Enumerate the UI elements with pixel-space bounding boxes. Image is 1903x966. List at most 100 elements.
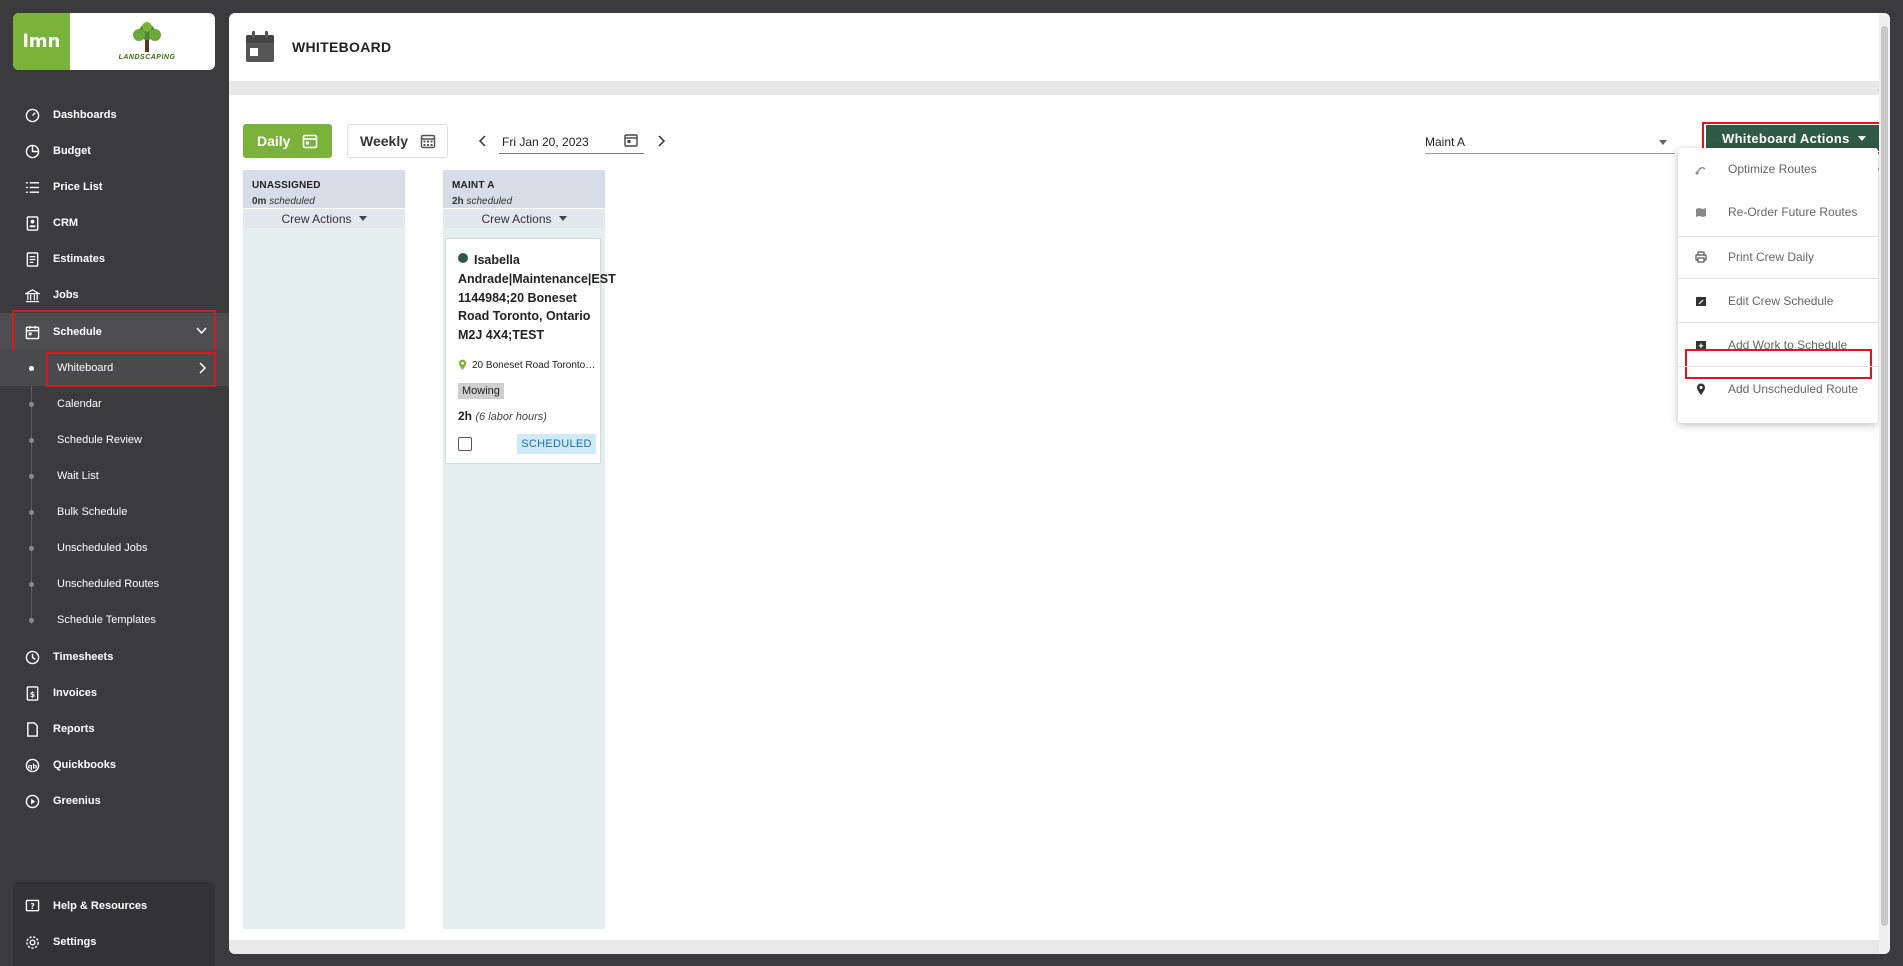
sidebar-subitem-calendar[interactable]: Calendar bbox=[0, 386, 229, 422]
dashboard-gauge-icon bbox=[24, 107, 40, 123]
scrollbar-thumb[interactable] bbox=[1881, 26, 1888, 926]
daily-view-button[interactable]: Daily bbox=[243, 124, 332, 158]
sidebar-item-greenius[interactable]: Greenius bbox=[0, 783, 229, 819]
menu-item-add-unscheduled-route[interactable]: Add Unscheduled Route bbox=[1678, 370, 1878, 408]
prev-date-button[interactable] bbox=[473, 132, 491, 150]
caret-down-icon bbox=[558, 216, 567, 221]
play-circle-icon bbox=[24, 793, 40, 809]
sidebar-item-label: Help & Resources bbox=[53, 900, 148, 912]
chevron-right-icon bbox=[658, 135, 666, 147]
page-header: WHITEBOARD bbox=[229, 13, 1890, 81]
main-panel: WHITEBOARD Daily Weekly Fri Jan 20, 2023… bbox=[229, 13, 1890, 954]
lmn-logo-text: lmn bbox=[22, 31, 61, 52]
scheduled-time-label: scheduled bbox=[466, 196, 513, 207]
date-field[interactable]: Fri Jan 20, 2023 bbox=[499, 130, 644, 154]
weekly-label: Weekly bbox=[360, 133, 408, 149]
crew-select[interactable]: Maint A bbox=[1425, 130, 1675, 154]
crew-name: MAINT A bbox=[452, 180, 495, 191]
subitem-label: Schedule Templates bbox=[57, 614, 156, 626]
chevron-right-icon bbox=[199, 362, 207, 374]
sidebar-item-label: Price List bbox=[53, 181, 103, 193]
job-hours: 2h (6 labor hours) bbox=[458, 409, 547, 423]
menu-separator bbox=[1678, 278, 1878, 279]
scheduled-time: 0m scheduled bbox=[252, 196, 315, 207]
company-logo-text: LANDSCAPING bbox=[118, 53, 176, 61]
sidebar-item-crm[interactable]: CRM bbox=[0, 205, 229, 241]
crew-actions-button[interactable]: Crew Actions bbox=[443, 208, 605, 228]
sidebar-item-quickbooks[interactable]: qb Quickbooks bbox=[0, 747, 229, 783]
company-logo: LANDSCAPING bbox=[90, 19, 204, 63]
calendar-picker-icon[interactable] bbox=[624, 133, 638, 147]
sidebar-item-label: Budget bbox=[53, 145, 91, 157]
service-tag: Mowing bbox=[458, 383, 504, 399]
menu-item-edit-crew-schedule[interactable]: Edit Crew Schedule bbox=[1678, 282, 1878, 320]
sidebar-subitem-wait-list[interactable]: Wait List bbox=[0, 458, 229, 494]
quickbooks-icon: qb bbox=[24, 757, 40, 773]
sidebar-item-jobs[interactable]: Jobs bbox=[0, 277, 229, 313]
report-icon bbox=[24, 721, 40, 737]
location-pin-icon bbox=[458, 359, 467, 370]
next-date-button[interactable] bbox=[653, 132, 671, 150]
sidebar-subitem-bulk-schedule[interactable]: Bulk Schedule bbox=[0, 494, 229, 530]
sidebar-item-invoices[interactable]: $ Invoices bbox=[0, 675, 229, 711]
job-address[interactable]: 20 Boneset Road Toronto, ... bbox=[458, 359, 598, 371]
whiteboard-actions-label: Whiteboard Actions bbox=[1722, 130, 1850, 146]
logo-box: lmn LANDSCAPING bbox=[13, 13, 215, 70]
scheduled-time-value: 2h bbox=[452, 196, 464, 207]
sidebar-item-price-list[interactable]: Price List bbox=[0, 169, 229, 205]
chevron-left-icon bbox=[478, 135, 486, 147]
printer-icon bbox=[1694, 250, 1708, 264]
sidebar-subitem-schedule-review[interactable]: Schedule Review bbox=[0, 422, 229, 458]
svg-text:qb: qb bbox=[27, 762, 37, 770]
header-divider bbox=[229, 81, 1890, 95]
subitem-label: Unscheduled Jobs bbox=[57, 542, 148, 554]
sidebar-item-label: Schedule bbox=[53, 326, 102, 338]
crew-column-header: MAINT A 2h scheduled Crew Actions bbox=[443, 170, 605, 228]
sidebar-subitem-whiteboard[interactable]: Whiteboard bbox=[0, 350, 229, 386]
menu-item-print-crew-daily[interactable]: Print Crew Daily bbox=[1678, 238, 1878, 276]
svg-text:$: $ bbox=[29, 689, 34, 698]
menu-item-label: Optimize Routes bbox=[1728, 162, 1817, 176]
menu-separator bbox=[1678, 322, 1878, 323]
sidebar-item-help[interactable]: ? Help & Resources bbox=[0, 888, 229, 924]
subitem-label: Schedule Review bbox=[57, 434, 142, 446]
sidebar-item-estimates[interactable]: Estimates bbox=[0, 241, 229, 277]
sidebar-item-schedule[interactable]: Schedule bbox=[0, 313, 229, 351]
sidebar-item-label: Dashboards bbox=[53, 109, 117, 121]
caret-down-icon bbox=[358, 216, 367, 221]
svg-text:?: ? bbox=[30, 901, 34, 910]
gear-icon bbox=[24, 934, 40, 950]
weekly-view-button[interactable]: Weekly bbox=[347, 124, 448, 158]
tree-logo-icon bbox=[133, 21, 161, 52]
lmn-logo[interactable]: lmn bbox=[13, 13, 70, 70]
menu-separator bbox=[1678, 366, 1878, 367]
job-address-text: 20 Boneset Road Toronto, ... bbox=[472, 359, 598, 371]
menu-item-add-work-to-schedule[interactable]: Add Work to Schedule bbox=[1678, 326, 1878, 364]
budget-pie-icon bbox=[24, 143, 40, 159]
menu-item-optimize-routes[interactable]: Optimize Routes bbox=[1678, 150, 1878, 188]
scheduled-time-value: 0m bbox=[252, 196, 267, 207]
sidebar-item-label: Timesheets bbox=[53, 651, 114, 663]
menu-item-reorder-future-routes[interactable]: Re-Order Future Routes bbox=[1678, 193, 1878, 231]
estimate-document-icon bbox=[24, 251, 40, 267]
sidebar-item-label: Reports bbox=[53, 723, 95, 735]
crew-actions-button[interactable]: Crew Actions bbox=[243, 208, 405, 228]
sidebar-item-reports[interactable]: Reports bbox=[0, 711, 229, 747]
subnav-dot bbox=[29, 509, 34, 515]
sidebar-subitem-unscheduled-jobs[interactable]: Unscheduled Jobs bbox=[0, 530, 229, 566]
subnav-dot bbox=[29, 365, 34, 371]
sidebar-subitem-unscheduled-routes[interactable]: Unscheduled Routes bbox=[0, 566, 229, 602]
subitem-label: Unscheduled Routes bbox=[57, 578, 160, 590]
sidebar-item-timesheets[interactable]: Timesheets bbox=[0, 639, 229, 675]
subitem-label: Bulk Schedule bbox=[57, 506, 128, 518]
sidebar-subitem-schedule-templates[interactable]: Schedule Templates bbox=[0, 602, 229, 638]
date-value: Fri Jan 20, 2023 bbox=[502, 134, 589, 149]
crew-actions-label: Crew Actions bbox=[481, 211, 552, 226]
sidebar-item-budget[interactable]: Budget bbox=[0, 133, 229, 169]
job-select-checkbox[interactable] bbox=[458, 437, 472, 451]
vertical-scrollbar[interactable] bbox=[1879, 13, 1890, 954]
sidebar-item-settings[interactable]: Settings bbox=[0, 924, 229, 960]
job-card[interactable]: Isabella Andrade|Maintenance|EST 1144984… bbox=[445, 238, 616, 464]
subnav-dot bbox=[29, 401, 34, 407]
sidebar-item-dashboards[interactable]: Dashboards bbox=[0, 97, 229, 133]
